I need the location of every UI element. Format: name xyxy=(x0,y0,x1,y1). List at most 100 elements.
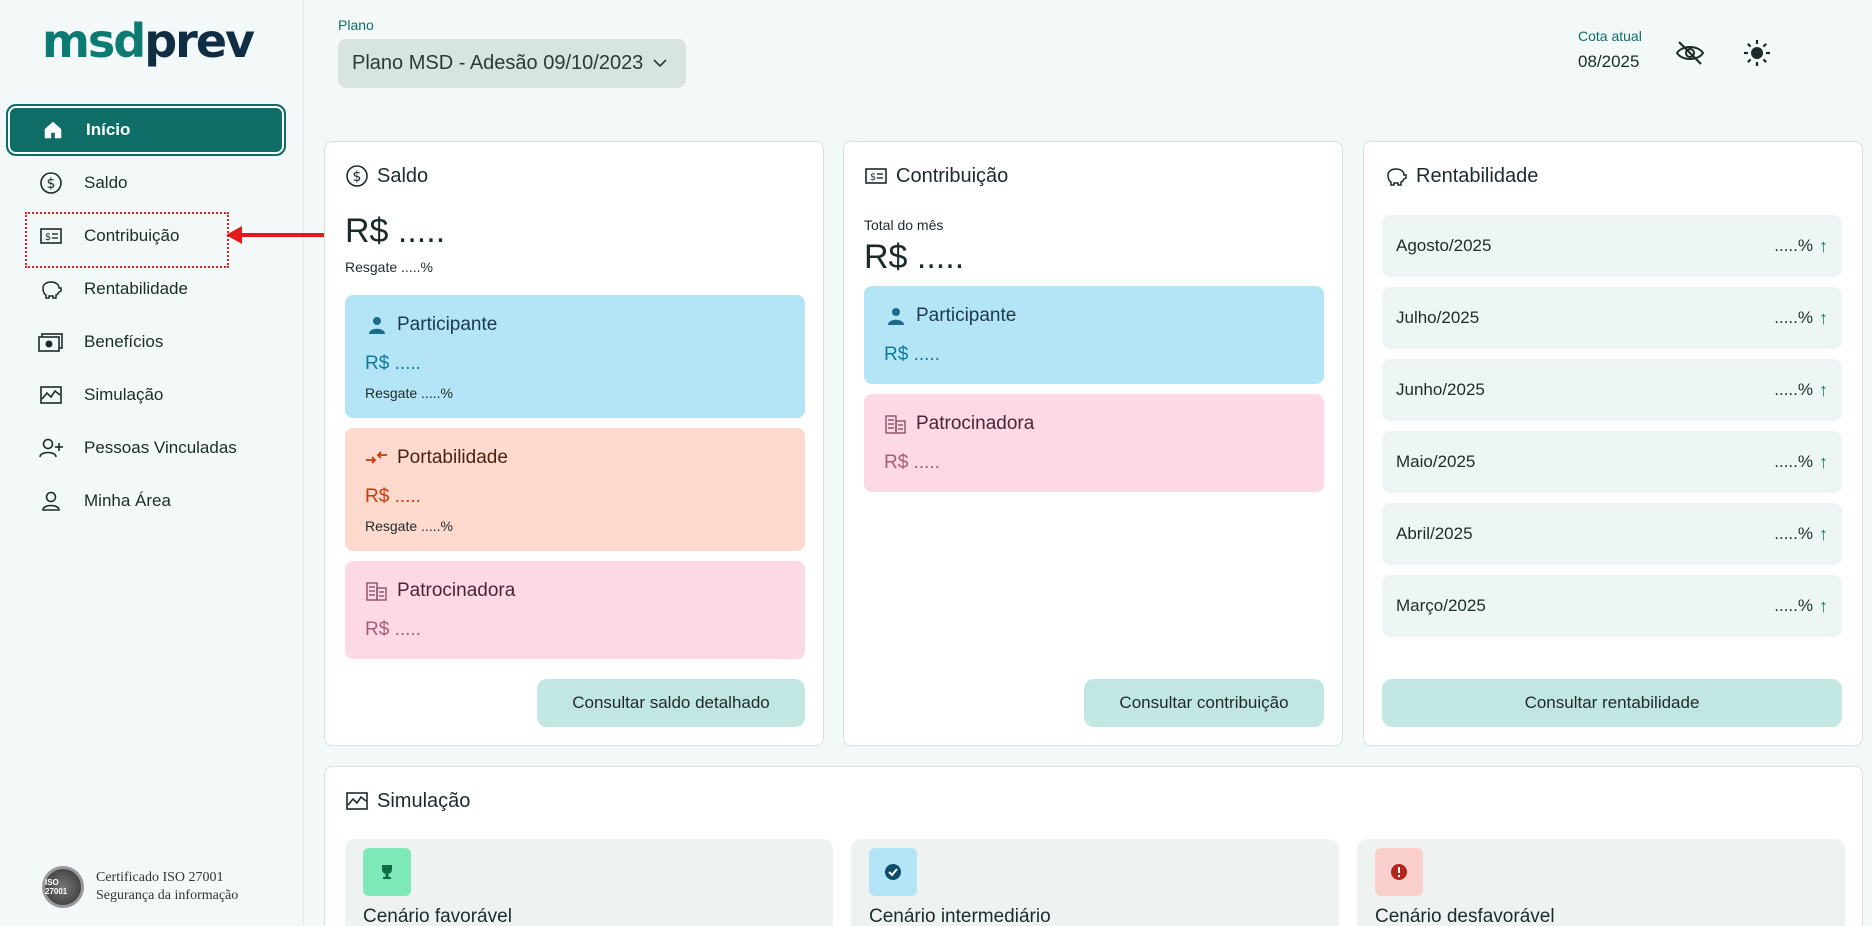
row-pct: .....% xyxy=(1774,380,1813,399)
plano-label: Plano xyxy=(338,17,374,33)
money-bill-icon: $ xyxy=(38,223,64,249)
saldo-title-text: Saldo xyxy=(377,164,429,187)
row-month: Maio/2025 xyxy=(1396,452,1476,471)
rentabilidade-title-text: Rentabilidade xyxy=(1416,164,1539,187)
rentabilidade-row: Março/2025 .....% ↑ xyxy=(1382,575,1842,637)
cenario-intermediario-card[interactable]: Cenário intermediário xyxy=(851,839,1339,926)
svg-text:$: $ xyxy=(45,232,51,243)
sidebar-item-label: Simulação xyxy=(84,385,164,404)
sidebar-item-label: Início xyxy=(86,120,131,139)
check-circle-icon xyxy=(869,848,917,896)
plano-select[interactable]: Plano MSD - Adesão 09/10/2023 xyxy=(338,39,686,88)
participante-amount: R$ ..... xyxy=(365,353,421,374)
transfer-arrows-icon xyxy=(365,446,389,470)
consultar-contribuicao-button[interactable]: Consultar contribuição xyxy=(1084,679,1324,727)
row-month: Junho/2025 xyxy=(1396,380,1485,399)
row-month: Agosto/2025 xyxy=(1396,236,1492,255)
patrocinadora-amount: R$ ..... xyxy=(365,619,421,640)
sidebar-item-saldo[interactable]: $ Saldo xyxy=(6,157,286,209)
sidebar-item-label: Saldo xyxy=(84,173,128,192)
participante-amount: R$ ..... xyxy=(884,344,940,365)
sidebar-item-rentabilidade[interactable]: Rentabilidade xyxy=(6,263,286,315)
sidebar-item-minha-area[interactable]: Minha Área xyxy=(6,475,286,527)
participante-title: Participante xyxy=(884,304,1016,328)
msdprev-logo[interactable]: msdprev xyxy=(42,14,255,68)
rentabilidade-card: Rentabilidade Agosto/2025 .....% ↑ Julho… xyxy=(1363,141,1863,746)
rentabilidade-row: Agosto/2025 .....% ↑ xyxy=(1382,215,1842,277)
arrow-up-icon: ↑ xyxy=(1819,235,1828,256)
patrocinadora-label: Patrocinadora xyxy=(916,413,1035,434)
contribuicao-amount: R$ ..... xyxy=(864,238,965,276)
row-pct: .....% xyxy=(1774,308,1813,327)
patrocinadora-title: Patrocinadora xyxy=(365,579,515,603)
total-mes-label: Total do mês xyxy=(864,217,944,233)
contribuicao-card: $ Contribuição Total do mês R$ ..... Par… xyxy=(843,141,1343,746)
simulacao-title: Simulação xyxy=(345,789,470,813)
home-icon xyxy=(40,117,66,143)
sidebar-item-label: Minha Área xyxy=(84,491,171,510)
row-pct: .....% xyxy=(1774,524,1813,543)
saldo-portabilidade-card: Portabilidade R$ ..... Resgate .....% xyxy=(345,428,805,551)
consultar-saldo-button[interactable]: Consultar saldo detalhado xyxy=(537,679,805,727)
consultar-rentabilidade-button[interactable]: Consultar rentabilidade xyxy=(1382,679,1842,727)
user-icon xyxy=(38,488,64,514)
participante-title: Participante xyxy=(365,313,497,337)
sidebar-item-beneficios[interactable]: Benefícios xyxy=(6,316,286,368)
cash-icon xyxy=(38,329,64,355)
arrow-up-icon: ↑ xyxy=(1819,379,1828,400)
rentabilidade-row: Abril/2025 .....% ↑ xyxy=(1382,503,1842,565)
row-pct: .....% xyxy=(1774,596,1813,615)
sidebar-item-simulacao[interactable]: Simulação xyxy=(6,369,286,421)
dollar-circle-icon: $ xyxy=(38,170,64,196)
cota-value: 08/2025 xyxy=(1578,52,1640,71)
cota-atual: Cota atual 08/2025 xyxy=(1578,28,1642,72)
trophy-icon xyxy=(363,848,411,896)
arrow-up-icon: ↑ xyxy=(1819,307,1828,328)
row-pct: .....% xyxy=(1774,236,1813,255)
svg-text:$: $ xyxy=(870,172,876,183)
iso-line-1: Certificado ISO 27001 xyxy=(96,870,224,885)
portabilidade-label: Portabilidade xyxy=(397,447,508,468)
arrow-up-icon: ↑ xyxy=(1819,523,1828,544)
logo-part-prev: prev xyxy=(144,14,255,68)
svg-text:$: $ xyxy=(353,169,362,185)
portabilidade-title: Portabilidade xyxy=(365,446,508,470)
dollar-circle-icon: $ xyxy=(345,164,369,188)
piggy-bank-icon xyxy=(1384,164,1408,188)
sidebar-item-inicio[interactable]: Início xyxy=(6,104,286,156)
sidebar-item-pessoas-vinculadas[interactable]: Pessoas Vinculadas xyxy=(6,422,286,474)
saldo-patrocinadora-card: Patrocinadora R$ ..... xyxy=(345,561,805,659)
rentabilidade-row: Maio/2025 .....% ↑ xyxy=(1382,431,1842,493)
logo-part-msd: msd xyxy=(42,14,146,68)
patrocinadora-title: Patrocinadora xyxy=(884,412,1034,436)
building-icon xyxy=(365,579,389,603)
cenario-desfavoravel-card[interactable]: Cenário desfavorável xyxy=(1357,839,1845,926)
saldo-resgate: Resgate .....% xyxy=(345,259,433,275)
contribuicao-patrocinadora-card: Patrocinadora R$ ..... xyxy=(864,394,1324,492)
cenario-favoravel-card[interactable]: Cenário favorável xyxy=(345,839,833,926)
sidebar-item-label: Pessoas Vinculadas xyxy=(84,438,237,457)
rentabilidade-row: Junho/2025 .....% ↑ xyxy=(1382,359,1842,421)
row-month: Julho/2025 xyxy=(1396,308,1480,327)
saldo-title: $ Saldo xyxy=(345,164,428,188)
contribuicao-title: $ Contribuição xyxy=(864,164,1008,188)
saldo-amount: R$ ..... xyxy=(345,212,446,250)
chart-line-icon xyxy=(38,382,64,408)
sun-icon[interactable] xyxy=(1742,38,1772,68)
person-icon xyxy=(365,313,389,337)
sidebar-nav: Início $ Saldo $ Contribuição Rentabilid… xyxy=(6,104,286,528)
patrocinadora-amount: R$ ..... xyxy=(884,452,940,473)
piggy-bank-icon xyxy=(38,276,64,302)
row-month: Abril/2025 xyxy=(1396,524,1473,543)
iso-seal-icon: ISO 27001 xyxy=(42,866,84,908)
user-plus-icon xyxy=(38,435,64,461)
chevron-down-icon xyxy=(653,55,667,73)
participante-label: Participante xyxy=(916,305,1017,326)
sidebar-item-label: Contribuição xyxy=(84,226,180,245)
arrow-up-icon: ↑ xyxy=(1819,595,1828,616)
saldo-card: $ Saldo R$ ..... Resgate .....% Particip… xyxy=(324,141,824,746)
cota-label: Cota atual xyxy=(1578,28,1642,44)
eye-off-icon[interactable] xyxy=(1675,38,1705,68)
saldo-participante-card: Participante R$ ..... Resgate .....% xyxy=(345,295,805,418)
svg-text:$: $ xyxy=(47,176,56,192)
